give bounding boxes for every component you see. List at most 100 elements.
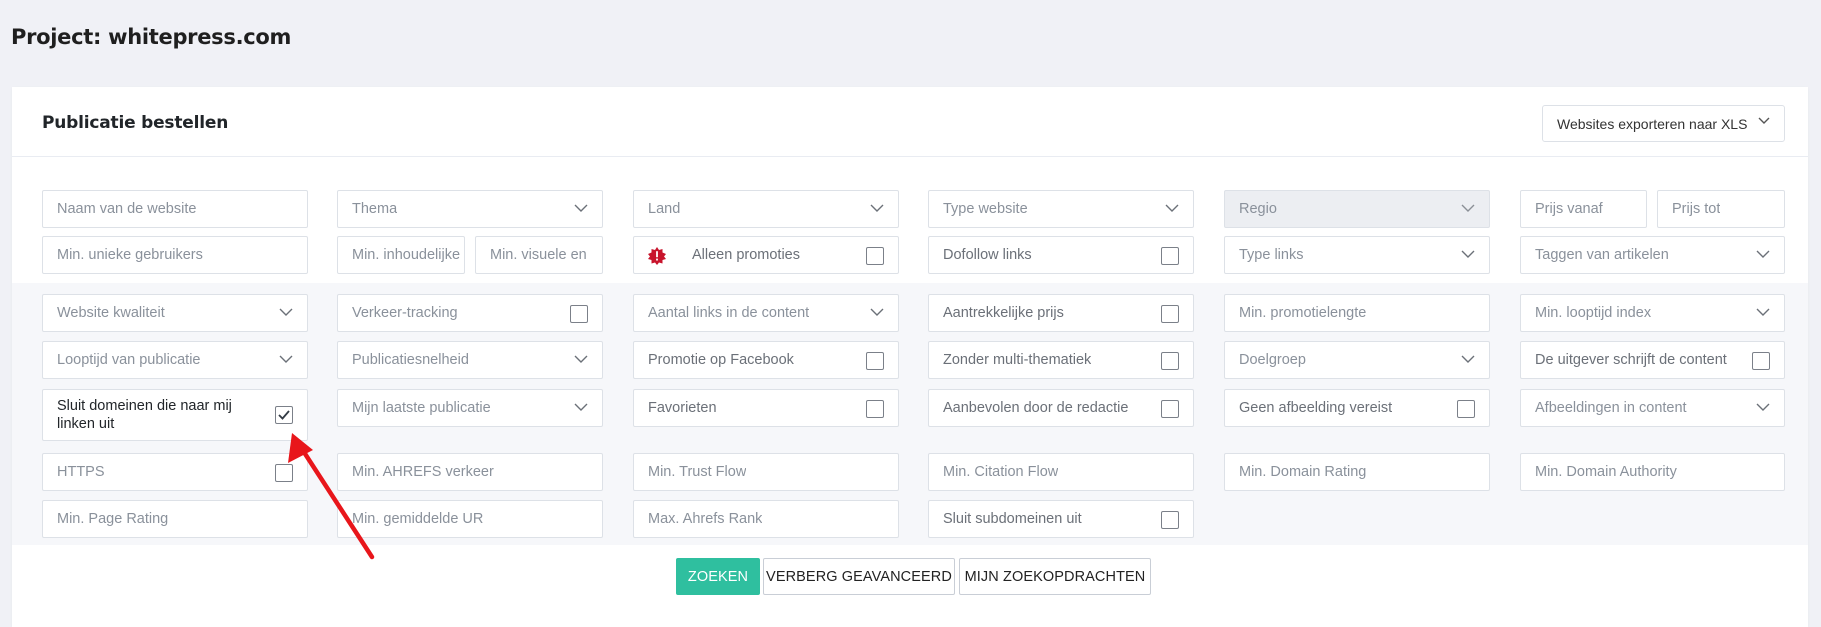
exclude-subdomains-label: Sluit subdomeinen uit: [943, 511, 1082, 527]
min-unique-users-input[interactable]: Min. unieke gebruikers: [42, 236, 308, 274]
min-page-rating-input[interactable]: Min. Page Rating: [42, 500, 308, 538]
min-citation-flow-input[interactable]: Min. Citation Flow: [928, 453, 1194, 491]
publication-duration-label: Looptijd van publicatie: [57, 352, 201, 368]
https-checkbox[interactable]: [275, 464, 293, 482]
min-duration-index-label: Min. looptijd index: [1535, 305, 1652, 321]
https-filter[interactable]: HTTPS: [42, 453, 308, 491]
chevron-down-icon: [1461, 204, 1475, 214]
min-visual-input[interactable]: Min. visuele en: [475, 236, 603, 274]
publisher-writes-label: De uitgever schrijft de content: [1535, 352, 1727, 368]
min-ahrefs-traffic-input[interactable]: Min. AHREFS verkeer: [337, 453, 603, 491]
chevron-down-icon: [574, 355, 588, 365]
favorites-label: Favorieten: [648, 400, 717, 416]
chevron-down-icon: [1756, 403, 1770, 413]
region-label: Regio: [1239, 201, 1277, 217]
only-promotions-filter[interactable]: Alleen promoties: [633, 236, 899, 274]
website-name-input[interactable]: Naam van de website: [42, 190, 308, 228]
facebook-promo-filter[interactable]: Promotie op Facebook: [633, 341, 899, 379]
link-type-select[interactable]: Type links: [1224, 236, 1490, 274]
website-type-select[interactable]: Type website: [928, 190, 1194, 228]
min-citation-flow-placeholder: Min. Citation Flow: [943, 464, 1059, 480]
min-domain-authority-input[interactable]: Min. Domain Authority: [1520, 453, 1785, 491]
min-content-placeholder: Min. inhoudelijke: [352, 247, 461, 263]
recommended-filter[interactable]: Aanbevolen door de redactie: [928, 389, 1194, 427]
favorites-filter[interactable]: Favorieten: [633, 389, 899, 427]
country-select[interactable]: Land: [633, 190, 899, 228]
dofollow-checkbox[interactable]: [1161, 247, 1179, 265]
country-label: Land: [648, 201, 681, 217]
tag-articles-select[interactable]: Taggen van artikelen: [1520, 236, 1785, 274]
order-publication-card: Publicatie bestellen Websites exporteren…: [12, 87, 1808, 627]
min-visual-placeholder: Min. visuele en: [490, 247, 587, 263]
exclude-subdomains-filter[interactable]: Sluit subdomeinen uit: [928, 500, 1194, 538]
search-button[interactable]: ZOEKEN: [676, 558, 760, 595]
page-title: Project: whitepress.com: [11, 25, 292, 49]
min-avg-ur-placeholder: Min. gemiddelde UR: [352, 511, 484, 527]
attractive-price-filter[interactable]: Aantrekkelijke prijs: [928, 294, 1194, 332]
my-last-publication-select[interactable]: Mijn laatste publicatie: [337, 389, 603, 427]
price-to-input[interactable]: Prijs tot: [1657, 190, 1785, 228]
only-promotions-label: Alleen promoties: [692, 247, 800, 263]
min-ahrefs-traffic-placeholder: Min. AHREFS verkeer: [352, 464, 494, 480]
chevron-down-icon: [870, 204, 884, 214]
region-select[interactable]: Regio: [1224, 190, 1490, 228]
hide-advanced-button[interactable]: VERBERG GEAVANCEERD: [763, 558, 955, 595]
facebook-promo-label: Promotie op Facebook: [648, 352, 794, 368]
attractive-price-checkbox[interactable]: [1161, 305, 1179, 323]
min-content-input[interactable]: Min. inhoudelijke: [337, 236, 465, 274]
chevron-down-icon: [279, 308, 293, 318]
min-unique-users-placeholder: Min. unieke gebruikers: [57, 247, 203, 263]
card-header: Publicatie bestellen Websites exporteren…: [12, 87, 1808, 157]
recommended-label: Aanbevolen door de redactie: [943, 400, 1129, 416]
chevron-down-icon: [574, 204, 588, 214]
recommended-checkbox[interactable]: [1161, 400, 1179, 418]
price-to-placeholder: Prijs tot: [1672, 201, 1721, 217]
min-promo-length-placeholder: Min. promotielengte: [1239, 305, 1367, 321]
website-type-label: Type website: [943, 201, 1028, 217]
min-trust-flow-placeholder: Min. Trust Flow: [648, 464, 747, 480]
exclude-linking-domains-label: Sluit domeinen die naar mij linken uit: [57, 398, 232, 432]
tag-articles-label: Taggen van artikelen: [1535, 247, 1669, 263]
export-xls-dropdown[interactable]: Websites exporteren naar XLS: [1542, 105, 1785, 142]
target-group-select[interactable]: Doelgroep: [1224, 341, 1490, 379]
card-title: Publicatie bestellen: [42, 113, 229, 133]
min-domain-rating-input[interactable]: Min. Domain Rating: [1224, 453, 1490, 491]
min-domain-authority-placeholder: Min. Domain Authority: [1535, 464, 1677, 480]
max-ahrefs-rank-input[interactable]: Max. Ahrefs Rank: [633, 500, 899, 538]
images-in-content-select[interactable]: Afbeeldingen in content: [1520, 389, 1785, 427]
publication-speed-select[interactable]: Publicatiesnelheid: [337, 341, 603, 379]
images-in-content-label: Afbeeldingen in content: [1535, 400, 1687, 416]
min-duration-index-select[interactable]: Min. looptijd index: [1520, 294, 1785, 332]
dofollow-filter[interactable]: Dofollow links: [928, 236, 1194, 274]
publication-duration-select[interactable]: Looptijd van publicatie: [42, 341, 308, 379]
no-image-required-checkbox[interactable]: [1457, 400, 1475, 418]
chevron-down-icon: [1756, 308, 1770, 318]
website-quality-select[interactable]: Website kwaliteit: [42, 294, 308, 332]
publisher-writes-filter[interactable]: De uitgever schrijft de content: [1520, 341, 1785, 379]
theme-select[interactable]: Thema: [337, 190, 603, 228]
no-multi-theme-checkbox[interactable]: [1161, 352, 1179, 370]
publisher-writes-checkbox[interactable]: [1752, 352, 1770, 370]
price-from-input[interactable]: Prijs vanaf: [1520, 190, 1647, 228]
website-quality-label: Website kwaliteit: [57, 305, 165, 321]
min-domain-rating-placeholder: Min. Domain Rating: [1239, 464, 1367, 480]
min-trust-flow-input[interactable]: Min. Trust Flow: [633, 453, 899, 491]
traffic-tracking-checkbox[interactable]: [570, 305, 588, 323]
exclude-subdomains-checkbox[interactable]: [1161, 511, 1179, 529]
links-in-content-select[interactable]: Aantal links in de content: [633, 294, 899, 332]
min-promo-length-input[interactable]: Min. promotielengte: [1224, 294, 1490, 332]
no-multi-theme-filter[interactable]: Zonder multi-thematiek: [928, 341, 1194, 379]
traffic-tracking-filter[interactable]: Verkeer-tracking: [337, 294, 603, 332]
facebook-promo-checkbox[interactable]: [866, 352, 884, 370]
max-ahrefs-rank-placeholder: Max. Ahrefs Rank: [648, 511, 763, 527]
chevron-down-icon: [1756, 250, 1770, 260]
chevron-down-icon: [870, 308, 884, 318]
no-image-required-filter[interactable]: Geen afbeelding vereist: [1224, 389, 1490, 427]
min-avg-ur-input[interactable]: Min. gemiddelde UR: [337, 500, 603, 538]
only-promotions-checkbox[interactable]: [866, 247, 884, 265]
exclude-linking-domains-checkbox[interactable]: [275, 406, 293, 424]
favorites-checkbox[interactable]: [866, 400, 884, 418]
my-searches-button[interactable]: MIJN ZOEKOPDRACHTEN: [959, 558, 1151, 595]
https-label: HTTPS: [57, 464, 105, 480]
exclude-linking-domains-filter[interactable]: Sluit domeinen die naar mij linken uit: [42, 389, 308, 441]
